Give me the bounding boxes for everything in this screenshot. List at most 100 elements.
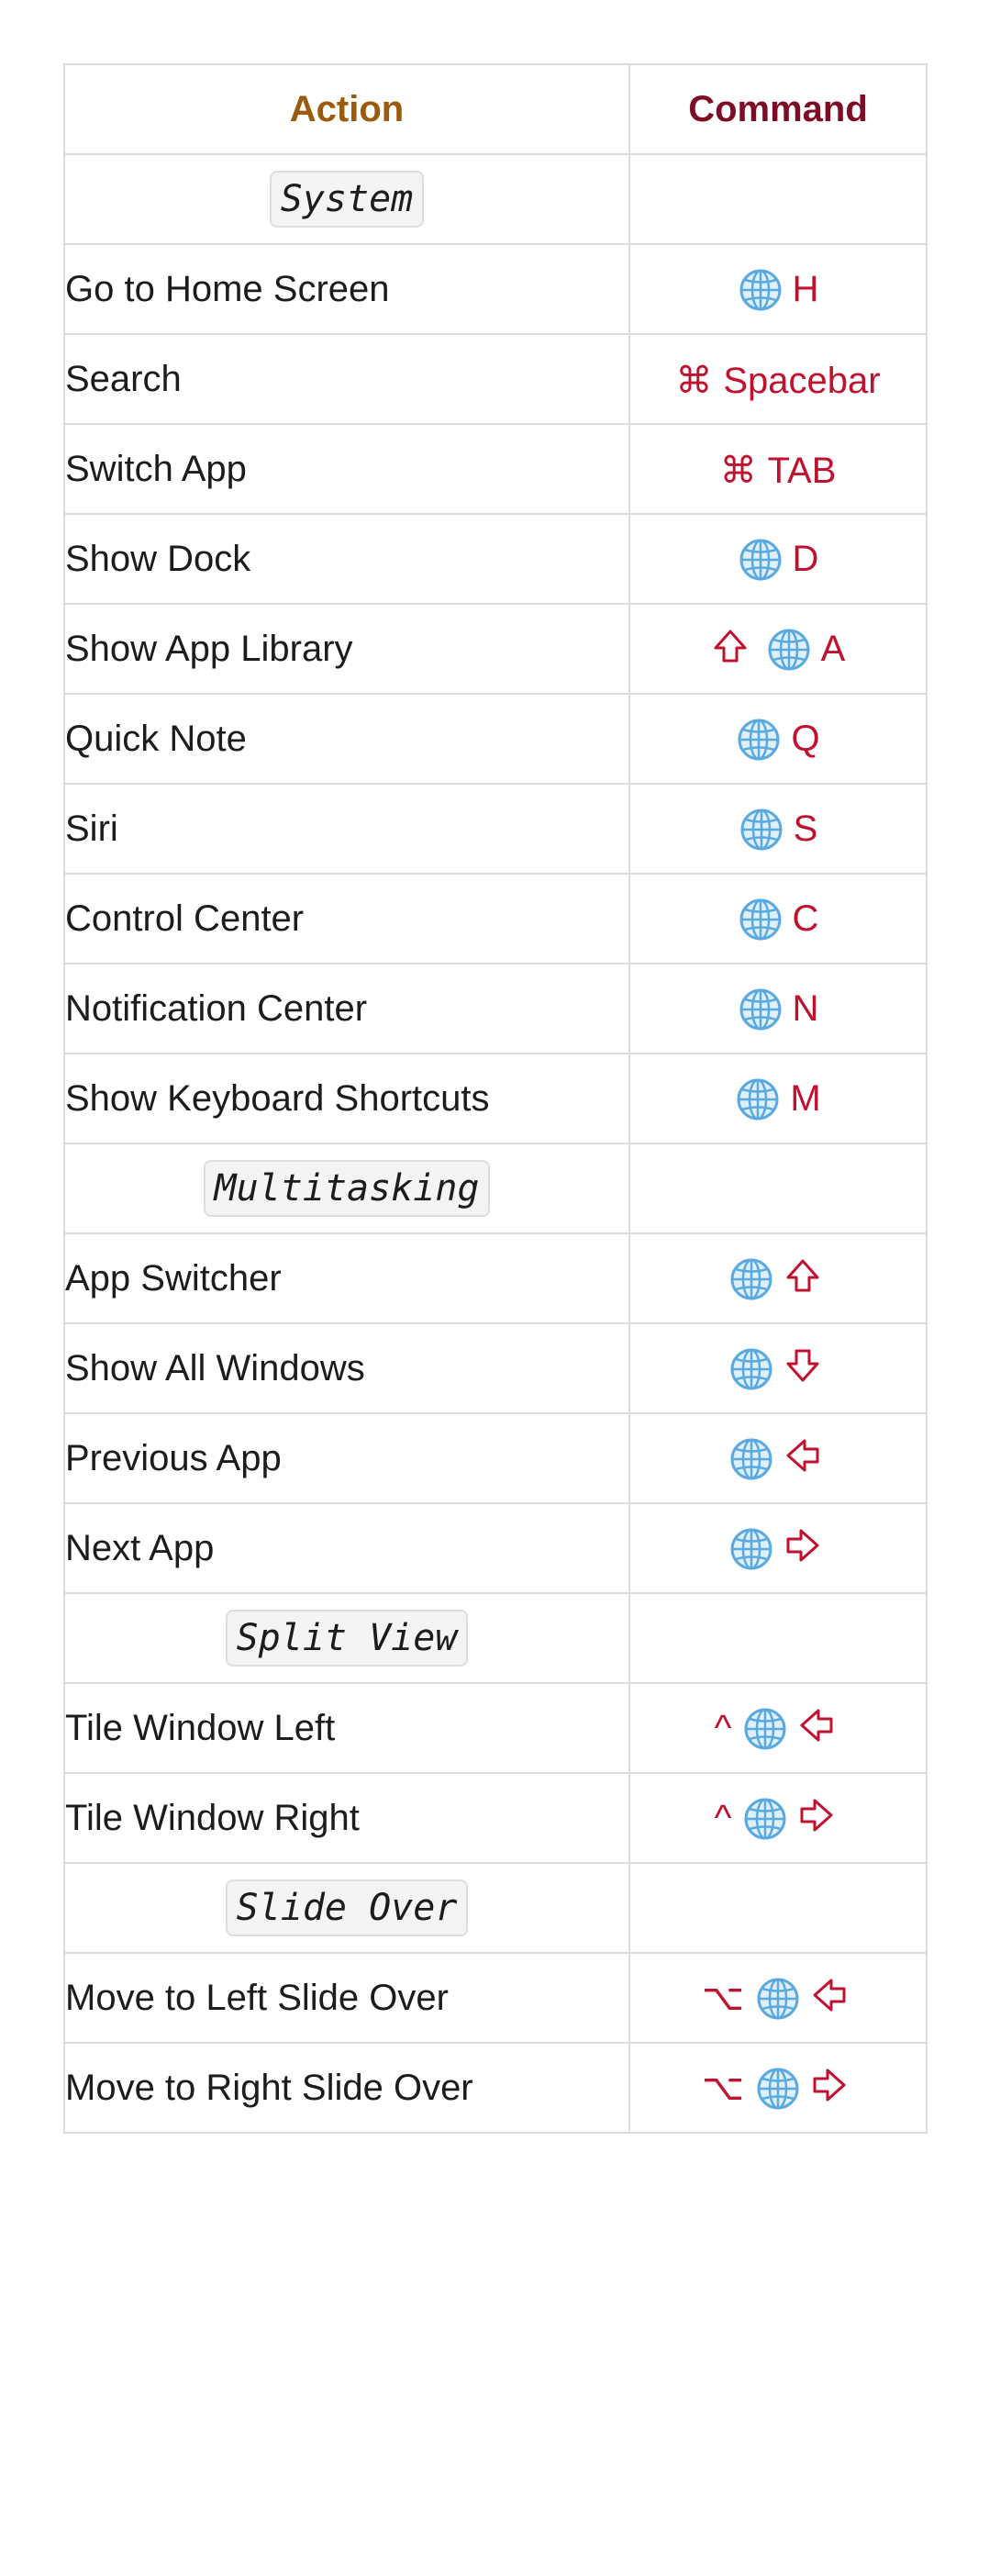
globe-icon xyxy=(738,987,782,1031)
action-label: Previous App xyxy=(63,1412,630,1504)
key-combo xyxy=(728,1346,828,1390)
command-cell: ⌘ TAB xyxy=(628,423,928,515)
command-cell: H xyxy=(628,243,928,335)
arrow-left-icon xyxy=(797,1706,841,1750)
section-empty-cell xyxy=(628,1143,928,1234)
key-combo: ⌘ TAB xyxy=(720,452,837,489)
key-combo: S xyxy=(739,807,818,851)
key-combo: ⌘ Spacebar xyxy=(675,362,880,399)
key-combo xyxy=(728,1436,828,1480)
key-combo: H xyxy=(738,267,819,311)
action-label: Switch App xyxy=(63,423,630,515)
key-text: D xyxy=(792,539,819,580)
shortcut-row: Show All Windows xyxy=(63,1322,928,1414)
action-label: Search xyxy=(63,333,630,425)
section-label: Split View xyxy=(225,1610,469,1667)
section-cell: System xyxy=(63,153,630,245)
command-cell: Q xyxy=(628,693,928,785)
action-label: Tile Window Right xyxy=(63,1772,630,1864)
action-label: Move to Right Slide Over xyxy=(63,2042,630,2134)
key-text: Q xyxy=(791,719,820,760)
key-combo: M xyxy=(735,1076,821,1121)
shortcut-row: Show Keyboard Shortcuts M xyxy=(63,1053,928,1144)
command-cell: A xyxy=(628,603,928,695)
command-column-header: Command xyxy=(628,63,928,155)
arrow-left-icon xyxy=(783,1436,828,1480)
globe-icon xyxy=(728,1526,772,1570)
globe-icon xyxy=(736,717,780,761)
section-empty-cell xyxy=(628,1862,928,1954)
action-label: Notification Center xyxy=(63,963,630,1054)
globe-icon xyxy=(766,627,810,671)
command-cell: ⌥ xyxy=(628,1952,928,2044)
shortcut-row: Tile Window Left ^ xyxy=(63,1682,928,1774)
command-cell xyxy=(628,1232,928,1324)
globe-icon xyxy=(735,1076,779,1121)
shortcut-row: Siri S xyxy=(63,783,928,875)
key-combo: ⌥ xyxy=(702,1976,854,2020)
key-combo xyxy=(728,1256,828,1300)
key-text: ⌘ xyxy=(719,450,757,491)
shift-arrow-up-icon xyxy=(711,627,755,671)
key-combo: C xyxy=(738,897,819,941)
key-combo xyxy=(728,1526,828,1570)
globe-icon xyxy=(755,1976,799,2020)
section-label: System xyxy=(269,171,425,228)
shortcut-row: App Switcher xyxy=(63,1232,928,1324)
action-label: Next App xyxy=(63,1502,630,1594)
key-text: ⌥ xyxy=(701,2068,745,2109)
section-row: Slide Over xyxy=(63,1862,928,1954)
command-cell xyxy=(628,1502,928,1594)
action-label: Show App Library xyxy=(63,603,630,695)
key-text: M xyxy=(790,1078,821,1120)
action-label: Siri xyxy=(63,783,630,875)
section-empty-cell xyxy=(628,153,928,245)
shortcuts-table: Action Command System Go to Home Screen H S… xyxy=(63,63,928,2134)
section-row: Multitasking xyxy=(63,1143,928,1234)
arrow-right-icon xyxy=(783,1526,828,1570)
globe-icon xyxy=(755,2066,799,2110)
shortcut-row: Quick Note Q xyxy=(63,693,928,785)
key-text: C xyxy=(792,898,819,940)
action-label: Show Keyboard Shortcuts xyxy=(63,1053,630,1144)
command-cell: ^ xyxy=(628,1772,928,1864)
section-row: Split View xyxy=(63,1592,928,1684)
key-combo: A xyxy=(711,627,845,671)
command-cell: M xyxy=(628,1053,928,1144)
key-text: Spacebar xyxy=(723,360,881,401)
shortcut-row: Show Dock D xyxy=(63,513,928,605)
shortcut-row: Next App xyxy=(63,1502,928,1594)
globe-icon xyxy=(728,1436,772,1480)
key-text: H xyxy=(792,269,819,310)
section-cell: Split View xyxy=(63,1592,630,1684)
key-text: TAB xyxy=(767,450,837,491)
action-label: Go to Home Screen xyxy=(63,243,630,335)
section-row: System xyxy=(63,153,928,245)
arrow-right-icon xyxy=(810,2066,854,2110)
section-cell: Slide Over xyxy=(63,1862,630,1954)
shortcut-row: Search ⌘ Spacebar xyxy=(63,333,928,425)
action-label: Quick Note xyxy=(63,693,630,785)
section-empty-cell xyxy=(628,1592,928,1684)
shortcut-row: Go to Home Screen H xyxy=(63,243,928,335)
arrow-left-icon xyxy=(810,1976,854,2020)
shortcut-row: Notification Center N xyxy=(63,963,928,1054)
key-text: S xyxy=(793,808,818,850)
globe-icon xyxy=(738,897,782,941)
shortcut-row: Previous App xyxy=(63,1412,928,1504)
command-cell: S xyxy=(628,783,928,875)
globe-icon xyxy=(728,1346,772,1390)
header-row: Action Command xyxy=(63,63,928,155)
key-combo: D xyxy=(738,537,819,581)
key-combo: N xyxy=(738,987,818,1031)
shortcut-row: Switch App ⌘ TAB xyxy=(63,423,928,515)
shortcut-row: Control Center C xyxy=(63,873,928,965)
action-label: Control Center xyxy=(63,873,630,965)
section-label: Slide Over xyxy=(225,1879,469,1936)
shortcut-row: Move to Right Slide Over ⌥ xyxy=(63,2042,928,2134)
command-cell: ^ xyxy=(628,1682,928,1774)
key-text: ⌥ xyxy=(701,1978,745,2019)
globe-icon xyxy=(738,537,782,581)
key-combo: Q xyxy=(736,717,820,761)
arrow-up-icon xyxy=(783,1256,828,1300)
